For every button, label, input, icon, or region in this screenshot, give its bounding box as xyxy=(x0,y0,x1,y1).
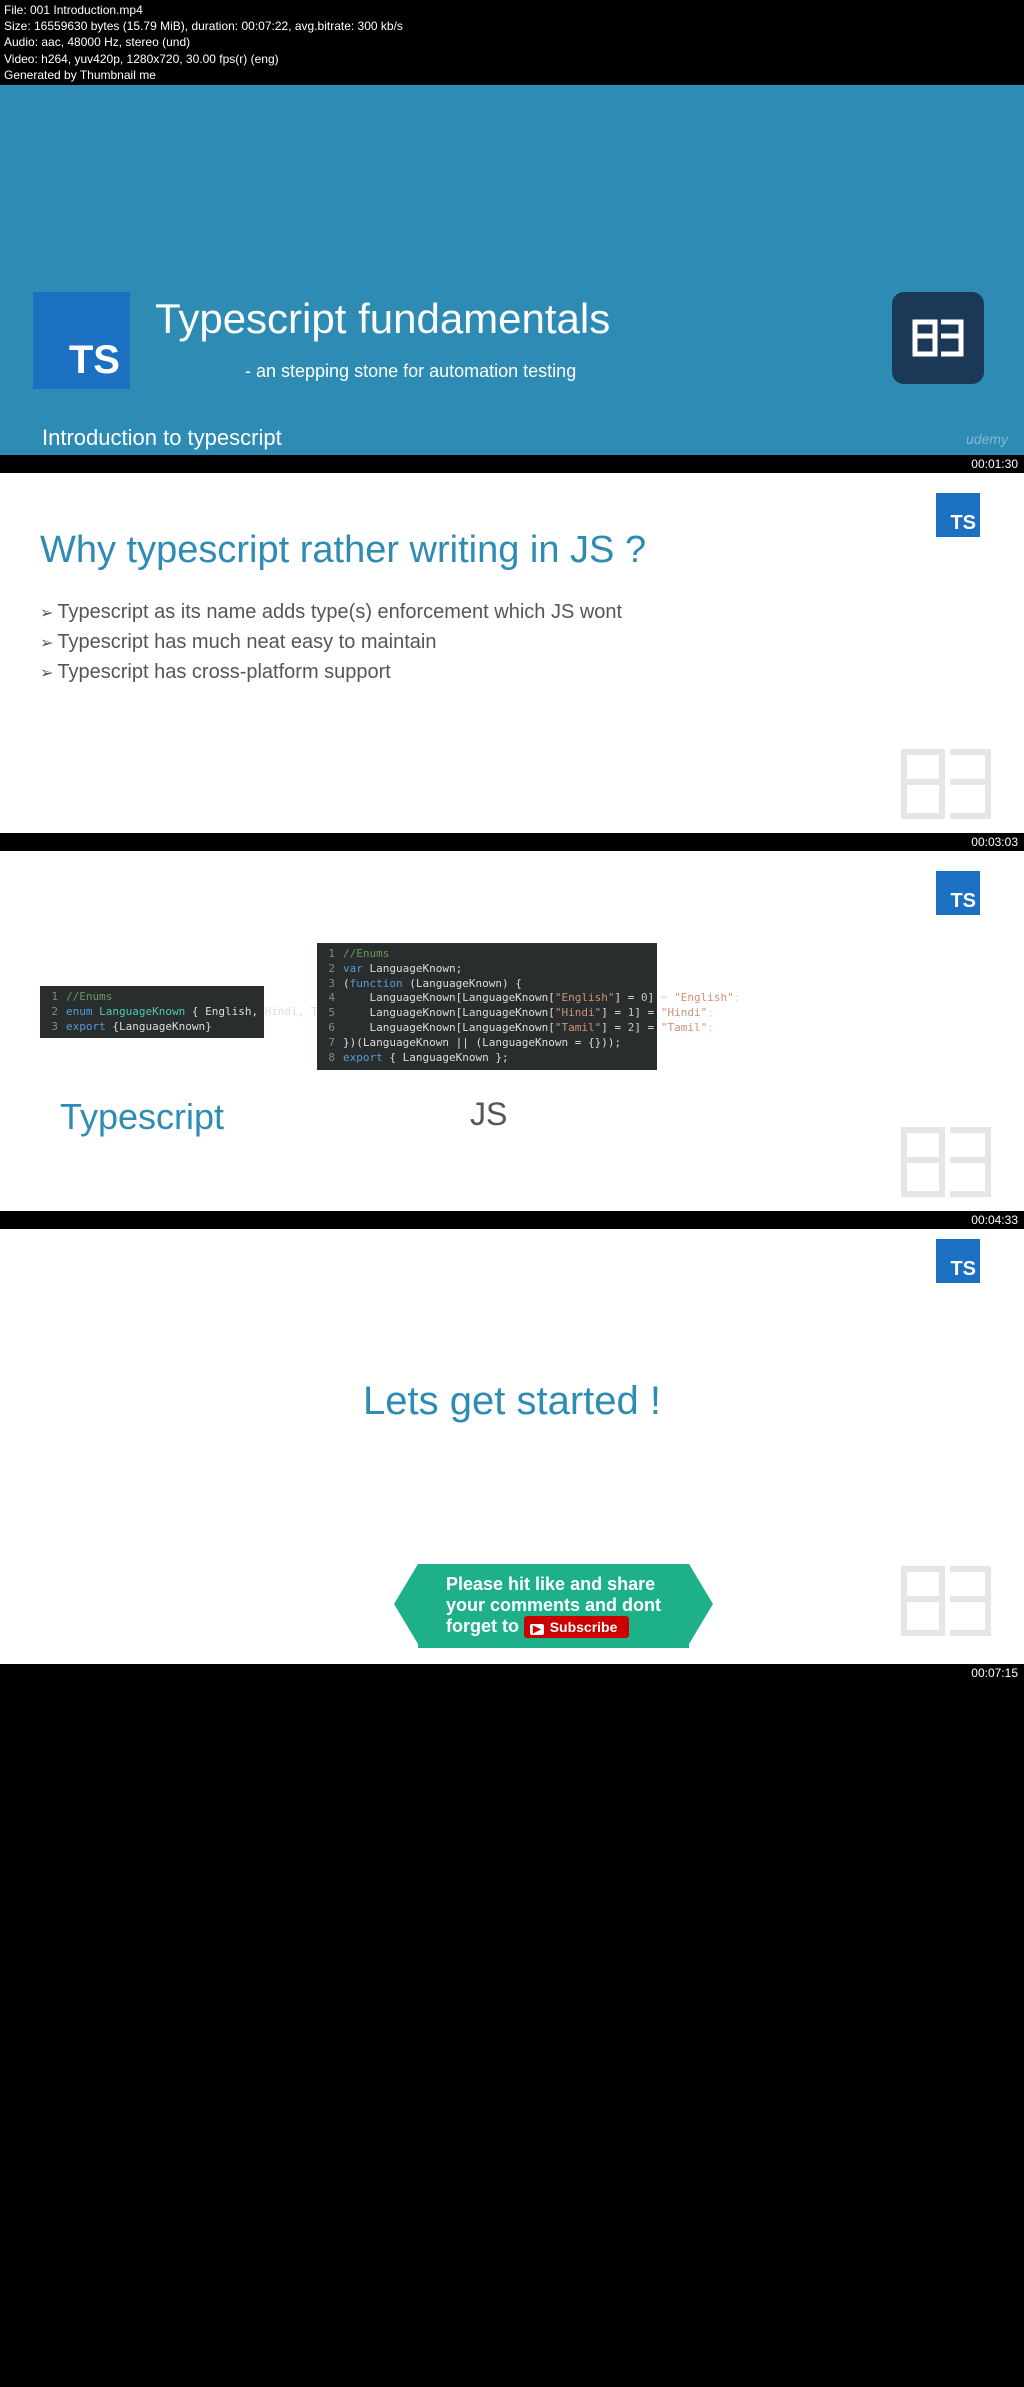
subscribe-banner: Please hit like and share your comments … xyxy=(418,1564,689,1648)
banner-line: Please hit like and share xyxy=(446,1574,661,1595)
typescript-logo-small: TS xyxy=(936,493,980,537)
bullet-item: Typescript has much neat easy to maintai… xyxy=(40,627,622,657)
divider: 00:01:30 xyxy=(0,455,1024,473)
slide-code-comparison: TS 1//Enums 2enum LanguageKnown { Englis… xyxy=(0,851,1024,1211)
slide-heading: Why typescript rather writing in JS ? xyxy=(40,529,646,572)
bullet-item: Typescript as its name adds type(s) enfo… xyxy=(40,597,622,627)
divider: 00:03:03 xyxy=(0,833,1024,851)
javascript-label: JS xyxy=(470,1096,507,1133)
slide-get-started: TS Lets get started ! Please hit like an… xyxy=(0,1229,1024,1664)
timestamp: 00:07:15 xyxy=(971,1666,1018,1680)
timestamp: 00:04:33 xyxy=(971,1213,1018,1227)
divider: 00:04:33 xyxy=(0,1211,1024,1229)
timestamp: 00:03:03 xyxy=(971,835,1018,849)
bullet-list: Typescript as its name adds type(s) enfo… xyxy=(40,597,622,687)
subscribe-button[interactable]: Subscribe xyxy=(524,1616,629,1638)
meta-audio: Audio: aac, 48000 Hz, stereo (und) xyxy=(4,34,1020,50)
timestamp: 00:01:30 xyxy=(971,457,1018,471)
slide-subtitle: - an stepping stone for automation testi… xyxy=(245,361,576,382)
slide-intro: TS Typescript fundamentals - an stepping… xyxy=(0,85,1024,455)
bullet-item: Typescript has cross-platform support xyxy=(40,657,622,687)
slide-heading: Lets get started ! xyxy=(0,1379,1024,1424)
ea-watermark xyxy=(898,746,994,827)
slide-intro-text: Introduction to typescript xyxy=(42,425,282,451)
slide-why-typescript: TS Why typescript rather writing in JS ?… xyxy=(0,473,1024,833)
slide-title: Typescript fundamentals xyxy=(155,295,610,343)
meta-video: Video: h264, yuv420p, 1280x720, 30.00 fp… xyxy=(4,51,1020,67)
typescript-logo: TS xyxy=(33,292,130,389)
typescript-label: Typescript xyxy=(60,1096,224,1138)
banner-line: your comments and dont xyxy=(446,1595,661,1616)
ea-watermark xyxy=(898,1563,994,1644)
divider: 00:07:15 xyxy=(0,1664,1024,1682)
typescript-code: 1//Enums 2enum LanguageKnown { English, … xyxy=(40,986,264,1039)
typescript-logo-small: TS xyxy=(936,1239,980,1283)
banner-line: forget to Subscribe xyxy=(446,1616,661,1638)
meta-size: Size: 16559630 bytes (15.79 MiB), durati… xyxy=(4,18,1020,34)
meta-generator: Generated by Thumbnail me xyxy=(4,67,1020,83)
typescript-logo-small: TS xyxy=(936,871,980,915)
ea-logo xyxy=(892,292,984,384)
video-metadata: File: 001 Introduction.mp4 Size: 1655963… xyxy=(0,0,1024,85)
javascript-code: 1//Enums 2var LanguageKnown; 3(function … xyxy=(317,943,657,1070)
ea-watermark xyxy=(898,1124,994,1205)
udemy-watermark: udemy xyxy=(966,431,1008,447)
meta-file: File: 001 Introduction.mp4 xyxy=(4,2,1020,18)
